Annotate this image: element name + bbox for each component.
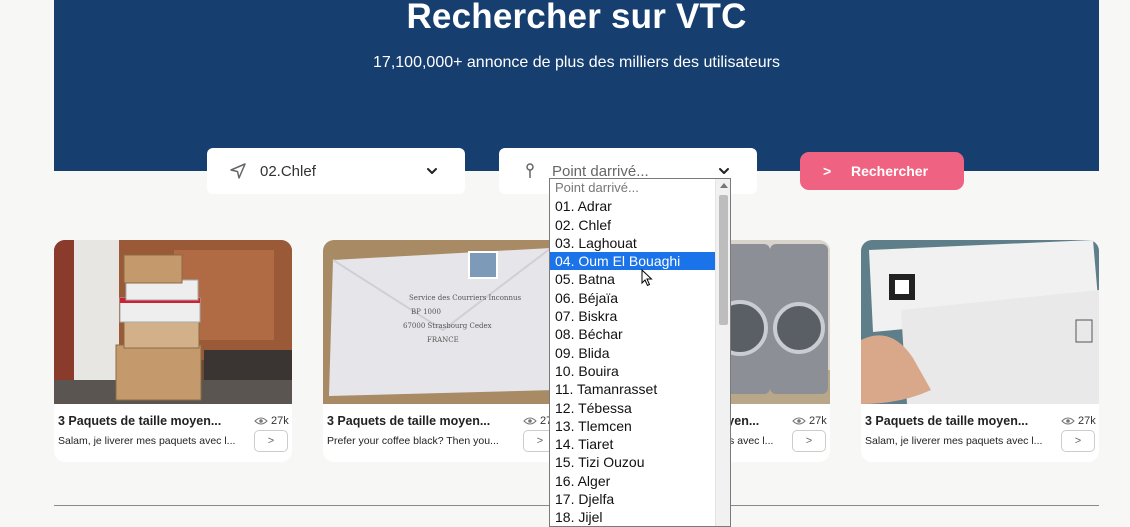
card-views: 27k	[271, 415, 289, 427]
navigation-arrow-icon	[229, 162, 247, 180]
dropdown-option[interactable]: 15. Tizi Ouzou	[550, 453, 716, 471]
chevron-right-icon: >	[805, 435, 813, 447]
svg-text:Service des Courriers Inconnus: Service des Courriers Inconnus	[409, 294, 521, 302]
dropdown-option[interactable]: 01. Adrar	[550, 197, 716, 215]
dropdown-option[interactable]: 13. Tlemcen	[550, 417, 716, 435]
svg-text:BP 1000: BP 1000	[411, 308, 441, 316]
departure-value: 02.Chlef	[260, 163, 316, 180]
dropdown-option[interactable]: 17. Djelfa	[550, 490, 716, 508]
card-open-button[interactable]: >	[254, 430, 288, 452]
card-title: 3 Paquets de taille moyen...	[865, 414, 1029, 428]
dropdown-option[interactable]: 06. Béjaïa	[550, 289, 716, 307]
dropdown-option[interactable]: 11. Tamanrasset	[550, 380, 716, 398]
search-button[interactable]: > Rechercher	[800, 152, 964, 190]
arrival-dropdown-list[interactable]: Point darrivé... 01. Adrar 02. Chlef 03. La…	[549, 178, 731, 527]
mouse-cursor-icon	[641, 269, 653, 287]
svg-text:67000 Strasbourg Cedex: 67000 Strasbourg Cedex	[403, 322, 492, 330]
card-description: Prefer your coffee black? Then you...	[327, 435, 499, 447]
card-views: 27k	[1078, 415, 1096, 427]
dropdown-option[interactable]: 12. Tébessa	[550, 399, 716, 417]
card-open-button[interactable]: >	[1061, 430, 1095, 452]
hero-banner: Rechercher sur VTC 17,100,000+ annonce d…	[54, 0, 1099, 171]
dropdown-option[interactable]: 18. Jijel	[550, 508, 716, 526]
eye-icon	[1061, 417, 1075, 425]
card-title: 3 Paquets de taille moyen...	[327, 414, 491, 428]
dropdown-option[interactable]: 02. Chlef	[550, 216, 716, 234]
scrollbar-thumb[interactable]	[719, 195, 728, 325]
dropdown-option[interactable]: 08. Béchar	[550, 325, 716, 343]
card-open-button[interactable]: >	[792, 430, 826, 452]
svg-text:FRANCE: FRANCE	[427, 336, 459, 344]
card-image	[861, 240, 1099, 404]
chevron-down-icon	[717, 164, 731, 178]
dropdown-scrollbar[interactable]	[715, 179, 730, 526]
dropdown-option[interactable]: Point darrivé...	[550, 179, 716, 197]
chevron-right-icon: >	[823, 163, 832, 179]
card-description: Salam, je liverer mes paquets avec l...	[58, 435, 236, 447]
dropdown-option[interactable]: 09. Blida	[550, 344, 716, 362]
chevron-right-icon: >	[536, 435, 544, 447]
card-image: Service des Courriers Inconnus BP 1000 6…	[323, 240, 561, 404]
hero-subtitle: 17,100,000+ annonce de plus des milliers…	[373, 54, 780, 71]
listing-card[interactable]: 3 Paquets de taille moyen... 27k Salam, …	[861, 240, 1099, 462]
chevron-right-icon: >	[267, 435, 275, 447]
search-button-label: Rechercher	[851, 163, 929, 179]
listing-card[interactable]: 3 Paquets de taille moyen... 27k Salam, …	[54, 240, 292, 462]
eye-icon	[792, 417, 806, 425]
scroll-up-arrow-icon[interactable]	[720, 183, 728, 188]
page-title: Rechercher sur VTC	[406, 0, 747, 36]
map-pin-icon	[521, 162, 539, 180]
card-description: Salam, je liverer mes paquets avec l...	[865, 435, 1043, 447]
listing-card[interactable]: Service des Courriers Inconnus BP 1000 6…	[323, 240, 561, 462]
dropdown-option[interactable]: 04. Oum El Bouaghi	[550, 252, 716, 271]
chevron-right-icon: >	[1074, 435, 1082, 447]
card-image	[54, 240, 292, 404]
dropdown-option[interactable]: 10. Bouira	[550, 362, 716, 380]
eye-icon	[254, 417, 268, 425]
chevron-down-icon	[425, 164, 439, 178]
departure-select[interactable]: 02.Chlef	[207, 148, 465, 194]
card-title: 3 Paquets de taille moyen...	[58, 414, 222, 428]
dropdown-option[interactable]: 16. Alger	[550, 472, 716, 490]
dropdown-option[interactable]: 14. Tiaret	[550, 435, 716, 453]
dropdown-option[interactable]: 07. Biskra	[550, 307, 716, 325]
dropdown-option[interactable]: 05. Batna	[550, 270, 716, 288]
dropdown-option[interactable]: 03. Laghouat	[550, 234, 716, 252]
card-views: 27k	[809, 415, 827, 427]
eye-icon	[523, 417, 537, 425]
